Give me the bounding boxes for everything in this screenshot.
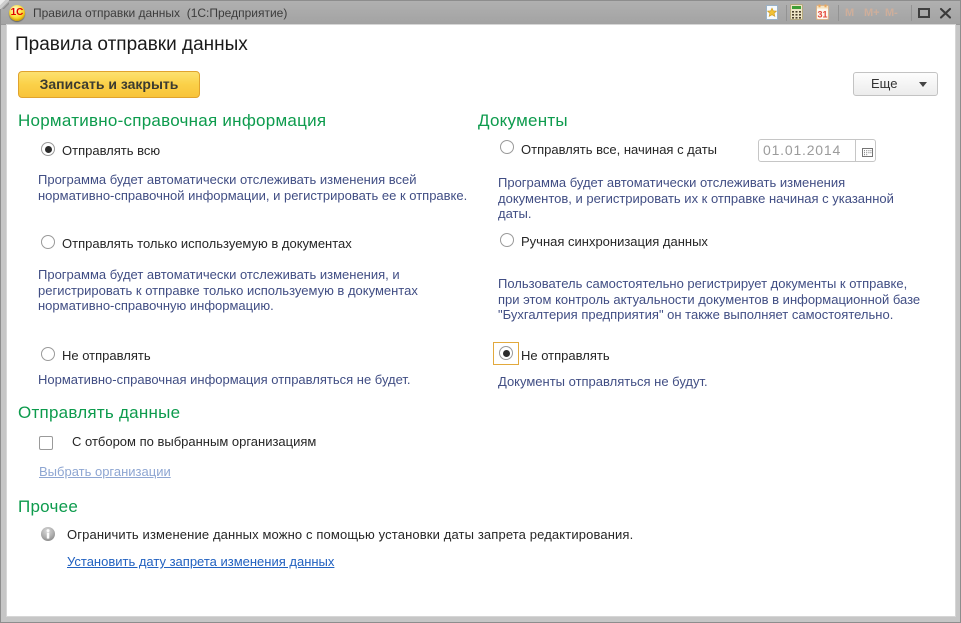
svg-text:31: 31: [817, 10, 827, 20]
